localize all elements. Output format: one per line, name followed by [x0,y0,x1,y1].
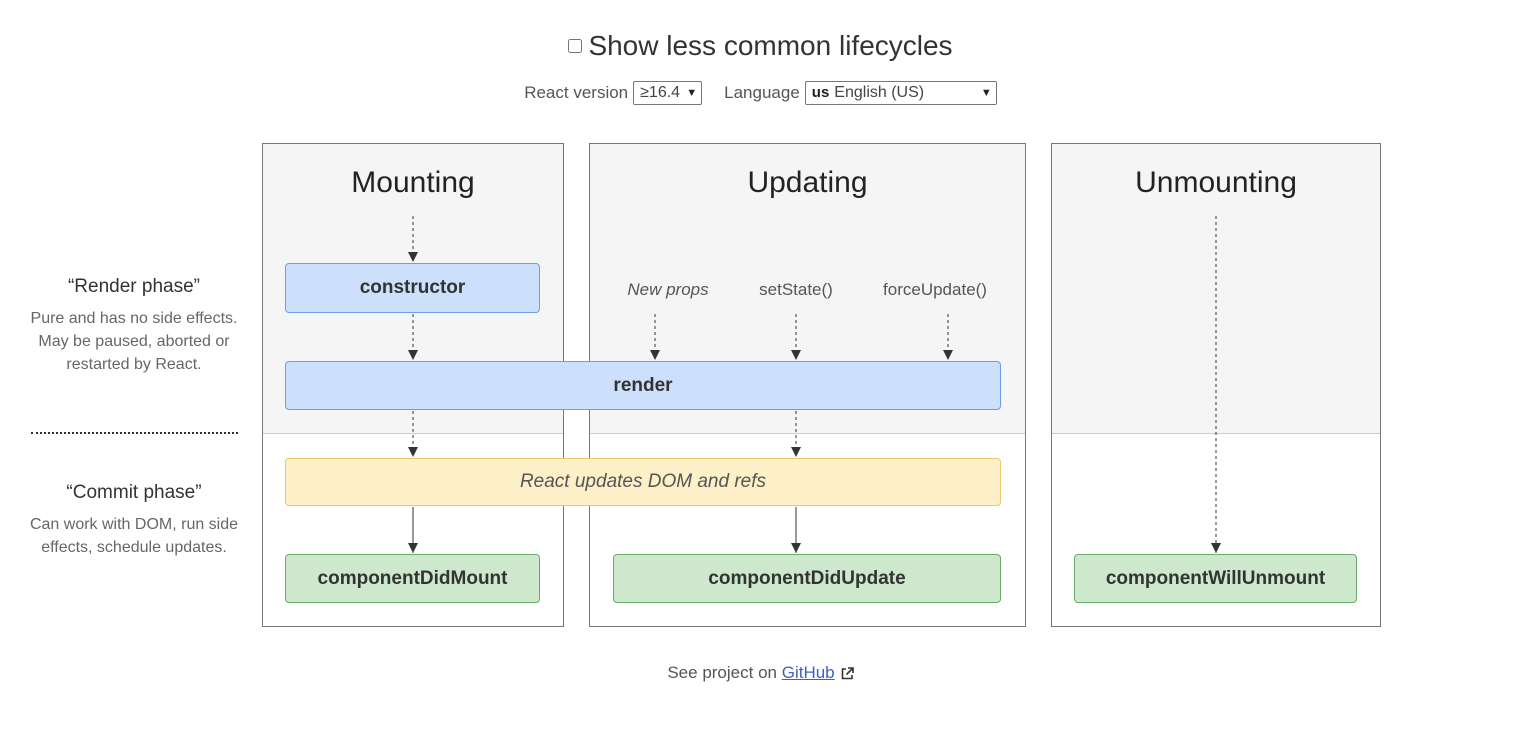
react-updates-dom-box: React updates DOM and refs [285,458,1001,506]
header-title-row: Show less common lifecycles [0,26,1521,66]
chevron-down-icon: ▼ [980,87,992,99]
phase-divider [590,433,1025,434]
phase-divider [1052,433,1380,434]
show-less-common-toggle[interactable]: Show less common lifecycles [568,30,953,62]
react-version-label: React version [524,83,629,102]
us-flag-icon: us [811,84,830,101]
commit-phase-title: “Commit phase” [66,482,202,503]
render-phase-description: Pure and has no side effects. May be pau… [30,310,238,373]
footer: See project on GitHub [0,663,1521,683]
mounting-title: Mounting [351,166,475,199]
render-phase-title: “Render phase” [67,276,201,297]
phase-divider [263,433,563,434]
github-link[interactable]: GitHub [782,663,835,682]
trigger-new-props: New props [627,280,709,299]
language-value: English (US) [834,84,925,101]
react-version-value: ≥16.4 [640,84,681,101]
controls-row: React version ≥16.4 ▼ Language us English… [0,79,1521,107]
commit-phase-description: Can work with DOM, run side effects, sch… [29,516,239,556]
updating-title: Updating [747,166,868,199]
unmounting-title: Unmounting [1135,166,1297,199]
footer-prefix: See project on [667,663,777,682]
language-select[interactable]: us English (US) ▼ [804,81,997,105]
constructor-box: constructor [285,263,540,313]
component-did-mount-box: componentDidMount [285,554,540,603]
react-version-select[interactable]: ≥16.4 ▼ [633,81,703,105]
trigger-set-state: setState() [759,280,833,299]
trigger-force-update: forceUpdate() [883,280,987,299]
render-box: render [285,361,1001,410]
component-did-update-box: componentDidUpdate [613,554,1001,603]
chevron-down-icon: ▼ [686,87,698,99]
language-label: Language [724,83,800,102]
language-selected: us English (US) [812,84,924,102]
react-version-control: React version ≥16.4 ▼ [524,81,703,105]
phase-separator [31,432,238,434]
show-less-common-checkbox[interactable] [568,39,583,53]
external-link-icon [841,667,854,680]
show-less-common-label: Show less common lifecycles [588,30,953,61]
language-control: Language us English (US) ▼ [724,81,997,105]
component-will-unmount-box: componentWillUnmount [1074,554,1357,603]
